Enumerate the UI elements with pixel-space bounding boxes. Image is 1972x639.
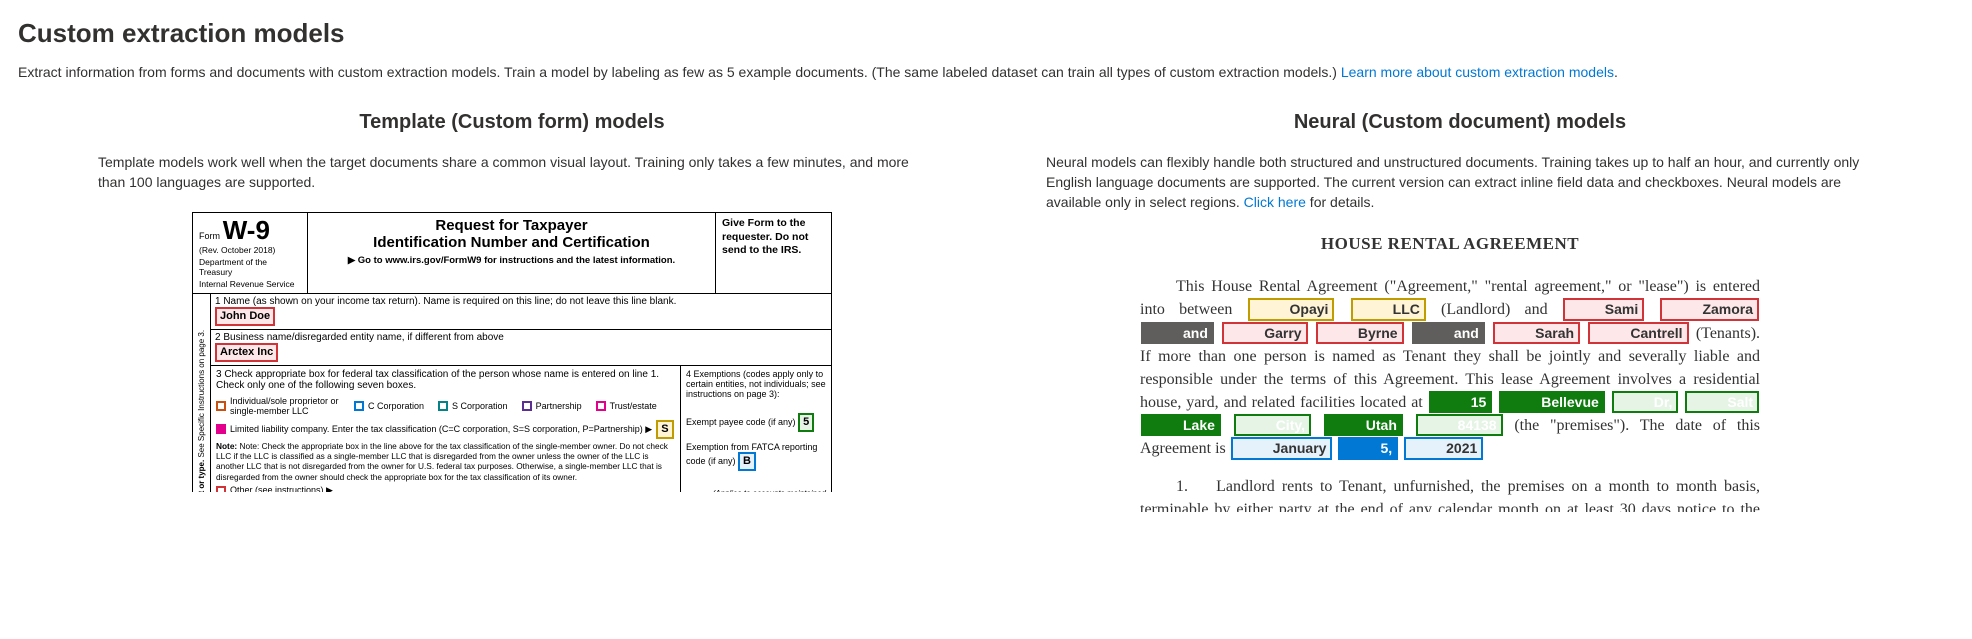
w9-exempt-code: 5 <box>798 413 814 432</box>
tag-landlord-1: Opayi <box>1248 298 1335 320</box>
page-description-period: . <box>1614 64 1618 80</box>
w9-line1-label: 1 Name (as shown on your income tax retu… <box>215 296 827 307</box>
w9-give-form: Give Form to the requester. Do not send … <box>716 213 831 293</box>
tag-addr-street: Bellevue <box>1499 391 1605 413</box>
template-description: Template models work well when the targe… <box>98 152 926 193</box>
checkbox-individual-label: Individual/sole proprietor or single-mem… <box>230 396 340 416</box>
tag-addr-city1: Salt <box>1685 391 1759 413</box>
w9-side-sub: See Specific Instructions on page 3. <box>197 330 206 458</box>
w9-line4-label: 4 Exemptions (codes apply only to certai… <box>686 369 826 399</box>
tag-date1-day: 5, <box>1338 437 1398 459</box>
tag-addr-dr: Dr, <box>1612 391 1679 413</box>
checkbox-scorp-label: S Corporation <box>452 401 508 411</box>
checkbox-other <box>216 486 226 493</box>
checkbox-ccorp <box>354 401 364 411</box>
checkbox-trust-label: Trust/estate <box>610 401 657 411</box>
tag-tenant1-last: Zamora <box>1660 298 1759 320</box>
w9-fatca-note: (Applies to accounts maintained outside … <box>686 489 826 493</box>
tag-tenant2-last: Byrne <box>1316 322 1404 344</box>
w9-title-line1: Request for Taxpayer <box>314 217 709 234</box>
page-description: Extract information from forms and docum… <box>18 63 1954 83</box>
tag-addr-city3: City, <box>1234 414 1311 436</box>
w9-llc-code: S <box>656 420 673 439</box>
tag-addr-no: 15 <box>1429 391 1493 413</box>
template-column: Template (Custom form) models Template m… <box>98 111 926 513</box>
neural-sample-image: HOUSE RENTAL AGREEMENT This House Rental… <box>1140 232 1780 512</box>
w9-exempt-label: Exempt payee code (if any) <box>686 417 796 427</box>
tag-addr-state: Utah <box>1324 414 1403 436</box>
checkbox-llc-label: Limited liability company. Enter the tax… <box>230 424 652 435</box>
neural-desc-text1: Neural models can flexibly handle both s… <box>1046 154 1859 211</box>
page-title: Custom extraction models <box>18 18 1954 49</box>
lease-paragraph-1: This House Rental Agreement ("Agreement,… <box>1140 275 1760 461</box>
click-here-link[interactable]: Click here <box>1244 194 1306 210</box>
columns: Template (Custom form) models Template m… <box>18 111 1954 513</box>
template-title: Template (Custom form) models <box>98 111 926 134</box>
w9-dept2: Internal Revenue Service <box>199 279 301 289</box>
lease-num1: 1. <box>1176 478 1188 495</box>
tag-tenant2-first: Garry <box>1222 322 1307 344</box>
tag-addr-zip: 84138 <box>1416 414 1503 436</box>
learn-more-link[interactable]: Learn more about custom extraction model… <box>1341 64 1614 80</box>
checkbox-other-label: Other (see instructions) ▶ <box>230 485 333 492</box>
w9-dept1: Department of the Treasury <box>199 257 301 277</box>
page-description-text: Extract information from forms and docum… <box>18 64 1341 80</box>
checkbox-individual <box>216 401 226 411</box>
w9-goto: ▶ Go to www.irs.gov/FormW9 for instructi… <box>314 255 709 266</box>
checkbox-partnership-label: Partnership <box>536 401 582 411</box>
tag-date1-month: January <box>1231 437 1333 459</box>
w9-title-line2: Identification Number and Certification <box>314 234 709 251</box>
neural-column: Neural (Custom document) models Neural m… <box>1046 111 1874 513</box>
w9-revision: (Rev. October 2018) <box>199 245 301 255</box>
tag-tenant3-first: Sarah <box>1493 322 1580 344</box>
tag-and-2: and <box>1412 322 1485 344</box>
checkbox-partnership <box>522 401 532 411</box>
lease-paragraph-2: 1. Landlord rents to Tenant, unfurnished… <box>1140 475 1760 513</box>
w9-form-number: W-9 <box>223 215 270 245</box>
w9-line1-value: John Doe <box>215 307 275 326</box>
checkbox-scorp <box>438 401 448 411</box>
checkbox-ccorp-label: C Corporation <box>368 401 424 411</box>
w9-line2-label: 2 Business name/disregarded entity name,… <box>215 332 827 343</box>
lease-title: HOUSE RENTAL AGREEMENT <box>1140 232 1760 257</box>
template-sample-image: Form W-9 (Rev. October 2018) Department … <box>192 212 832 492</box>
neural-desc-text2: for details. <box>1306 194 1374 210</box>
tag-landlord-2: LLC <box>1351 298 1426 320</box>
tag-tenant1-first: Sami <box>1563 298 1644 320</box>
w9-fatca-code: B <box>738 452 756 471</box>
tag-tenant3-last: Cantrell <box>1588 322 1688 344</box>
tag-date1-year: 2021 <box>1404 437 1483 459</box>
tag-and-1: and <box>1141 322 1214 344</box>
w9-line3-label: 3 Check appropriate box for federal tax … <box>216 369 675 391</box>
neural-title: Neural (Custom document) models <box>1046 111 1874 134</box>
checkbox-trust <box>596 401 606 411</box>
w9-side-main: Print or type. <box>197 460 206 492</box>
checkbox-llc <box>216 424 226 434</box>
tag-addr-city2: Lake <box>1141 414 1221 436</box>
w9-note: Note: Note: Check the appropriate box in… <box>216 441 675 482</box>
w9-form-label: Form <box>199 231 220 241</box>
w9-line2-value: Arctex Inc <box>215 343 278 362</box>
neural-description: Neural models can flexibly handle both s… <box>1046 152 1874 213</box>
